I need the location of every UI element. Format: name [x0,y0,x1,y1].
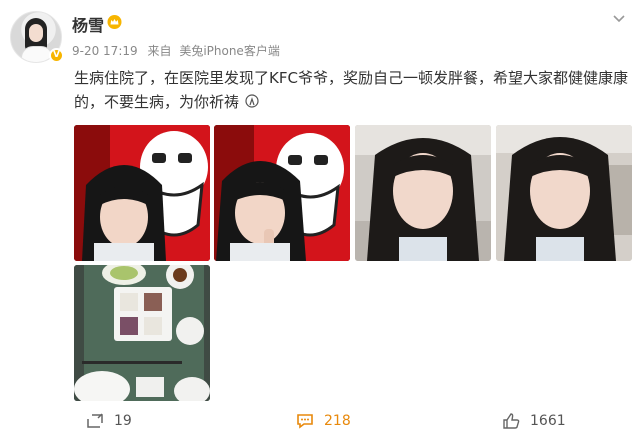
photo-3-image [355,125,491,261]
post-content: 生病住院了，在医院里发现了KFC爷爷，奖励自己一顿发胖餐，希望大家都健健康康的，… [74,66,634,114]
avatar-face [29,24,43,42]
like-icon [503,413,520,429]
chevron-down-icon[interactable] [612,14,626,24]
photo-4-image [496,125,632,261]
action-bar: 19 218 1661 [0,405,640,435]
photo-2-image [214,125,350,261]
photo-1[interactable] [74,125,210,261]
photo-3[interactable] [355,125,491,261]
photo-5-image [74,265,210,401]
photo-2[interactable] [214,125,350,261]
username[interactable]: 杨雪 [72,12,104,36]
comment-button[interactable]: 218 [296,413,351,429]
like-button[interactable]: 1661 [502,413,566,429]
post-time[interactable]: 9-20 17:19 [72,44,138,58]
post-meta: 9-20 17:19 来自 美兔iPhone客户端 [72,42,286,59]
photo-1-image [74,125,210,261]
like-count: 1661 [530,413,566,429]
crown-icon [107,15,122,29]
photo-5[interactable] [74,265,210,401]
verified-icon: V [49,48,64,63]
photo-4[interactable] [496,125,632,261]
comment-icon [297,414,313,429]
repost-count: 19 [114,413,132,429]
post-text: 生病住院了，在医院里发现了KFC爷爷，奖励自己一顿发胖餐，希望大家都健健康康的，… [74,69,628,111]
repost-icon [87,413,103,428]
repost-button[interactable]: 19 [86,413,132,429]
praying-emoji-icon [245,94,259,108]
source-prefix: 来自 [147,44,172,58]
source-device[interactable]: 美兔iPhone客户端 [179,44,280,58]
comment-count: 218 [324,413,351,429]
